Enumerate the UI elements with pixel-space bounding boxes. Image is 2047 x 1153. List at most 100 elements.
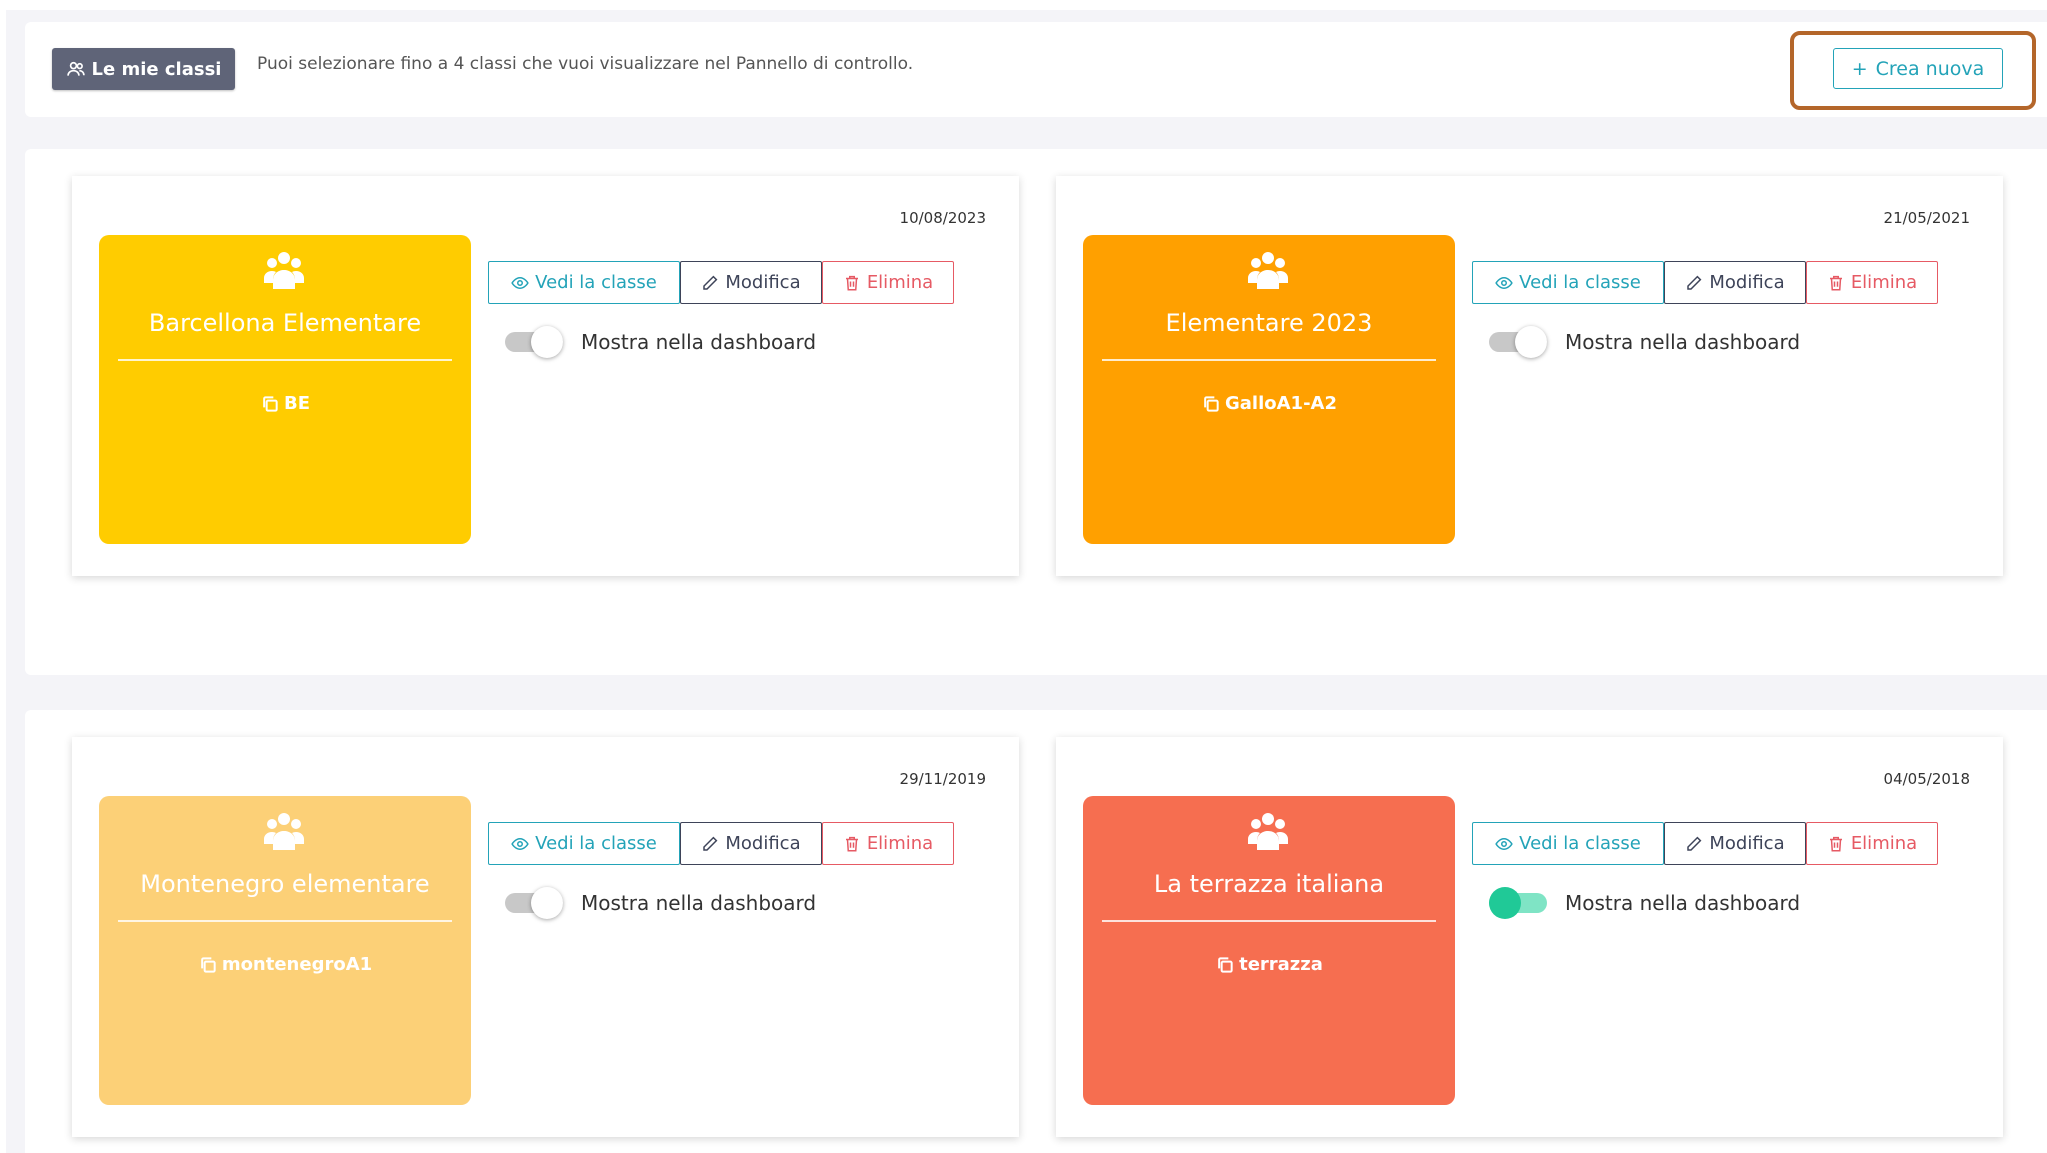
eye-icon bbox=[1495, 276, 1513, 289]
dashboard-toggle-row: Mostra nella dashboard bbox=[1489, 887, 1800, 919]
my-classes-label: Le mie classi bbox=[91, 58, 222, 80]
group-icon bbox=[264, 813, 304, 850]
class-card: 29/11/2019 Montenegro elementare montene… bbox=[72, 737, 1019, 1137]
tile-divider bbox=[118, 359, 452, 361]
class-name: Barcellona Elementare bbox=[148, 309, 422, 337]
tile-divider bbox=[1102, 920, 1436, 922]
delete-button[interactable]: Elimina bbox=[1806, 261, 1938, 304]
class-date: 29/11/2019 bbox=[899, 770, 986, 788]
edit-button[interactable]: Modifica bbox=[1664, 261, 1806, 304]
class-date: 21/05/2021 bbox=[1883, 209, 1970, 227]
class-code-text: GalloA1-A2 bbox=[1224, 393, 1337, 414]
header-info-text: Puoi selezionare fino a 4 classi che vuo… bbox=[257, 54, 914, 74]
toggle-knob bbox=[531, 887, 563, 919]
delete-label: Elimina bbox=[1850, 833, 1918, 854]
class-code[interactable]: terrazza bbox=[1083, 954, 1455, 975]
eye-icon bbox=[511, 837, 529, 850]
edit-label: Modifica bbox=[1709, 833, 1785, 854]
class-date: 04/05/2018 bbox=[1883, 770, 1970, 788]
tile-divider bbox=[118, 920, 452, 922]
edit-button[interactable]: Modifica bbox=[680, 261, 822, 304]
card-actions: Vedi la classe Modifica Elimina bbox=[1472, 822, 1938, 865]
view-class-button[interactable]: Vedi la classe bbox=[1472, 822, 1664, 865]
toggle-knob bbox=[1489, 887, 1521, 919]
page: Le mie classi Puoi selezionare fino a 4 … bbox=[0, 0, 2047, 1153]
delete-label: Elimina bbox=[1850, 272, 1918, 293]
delete-button[interactable]: Elimina bbox=[822, 822, 954, 865]
view-class-label: Vedi la classe bbox=[1519, 272, 1641, 293]
trash-icon bbox=[845, 275, 858, 290]
delete-button[interactable]: Elimina bbox=[1806, 822, 1938, 865]
card-actions: Vedi la classe Modifica Elimina bbox=[488, 822, 954, 865]
pencil-icon bbox=[1687, 836, 1702, 851]
pencil-icon bbox=[703, 275, 718, 290]
trash-icon bbox=[845, 836, 858, 851]
class-card: 21/05/2021 Elementare 2023 GalloA1-A2 Ve… bbox=[1056, 176, 2003, 576]
class-code[interactable]: BE bbox=[99, 393, 471, 414]
view-class-label: Vedi la classe bbox=[535, 833, 657, 854]
dashboard-toggle[interactable] bbox=[505, 326, 563, 358]
edit-label: Modifica bbox=[725, 833, 801, 854]
copy-icon bbox=[200, 956, 216, 973]
my-classes-badge[interactable]: Le mie classi bbox=[52, 48, 235, 90]
class-name: La terrazza italiana bbox=[1153, 870, 1385, 898]
tile-divider bbox=[1102, 359, 1436, 361]
delete-label: Elimina bbox=[866, 833, 934, 854]
class-code-text: montenegroA1 bbox=[221, 954, 373, 975]
pencil-icon bbox=[1687, 275, 1702, 290]
edit-button[interactable]: Modifica bbox=[680, 822, 822, 865]
class-tile[interactable]: Barcellona Elementare BE bbox=[99, 235, 471, 544]
copy-icon bbox=[1218, 956, 1233, 973]
copy-icon bbox=[1204, 395, 1219, 412]
eye-icon bbox=[511, 276, 529, 289]
dashboard-toggle[interactable] bbox=[1489, 887, 1547, 919]
dashboard-toggle-row: Mostra nella dashboard bbox=[505, 887, 816, 919]
create-new-label: Crea nuova bbox=[1875, 57, 1985, 80]
edit-button[interactable]: Modifica bbox=[1664, 822, 1806, 865]
trash-icon bbox=[1829, 836, 1842, 851]
group-icon bbox=[1248, 813, 1288, 850]
class-tile[interactable]: Montenegro elementare montenegroA1 bbox=[99, 796, 471, 1105]
dashboard-toggle-label: Mostra nella dashboard bbox=[1565, 330, 1801, 354]
dashboard-toggle-label: Mostra nella dashboard bbox=[1565, 891, 1801, 915]
view-class-button[interactable]: Vedi la classe bbox=[488, 822, 680, 865]
class-card: 10/08/2023 Barcellona Elementare BE Vedi… bbox=[72, 176, 1019, 576]
class-tile[interactable]: La terrazza italiana terrazza bbox=[1083, 796, 1455, 1105]
class-tile[interactable]: Elementare 2023 GalloA1-A2 bbox=[1083, 235, 1455, 544]
class-code-text: BE bbox=[283, 393, 310, 414]
edit-label: Modifica bbox=[1709, 272, 1785, 293]
class-code-text: terrazza bbox=[1239, 954, 1323, 975]
class-name: Montenegro elementare bbox=[140, 870, 430, 898]
users-icon bbox=[66, 61, 85, 76]
card-actions: Vedi la classe Modifica Elimina bbox=[1472, 261, 1938, 304]
class-name: Elementare 2023 bbox=[1165, 309, 1373, 337]
eye-icon bbox=[1495, 837, 1513, 850]
class-code[interactable]: montenegroA1 bbox=[99, 954, 471, 975]
trash-icon bbox=[1829, 275, 1842, 290]
group-icon bbox=[264, 252, 304, 289]
class-date: 10/08/2023 bbox=[899, 209, 986, 227]
dashboard-toggle[interactable] bbox=[1489, 326, 1547, 358]
class-card: 04/05/2018 La terrazza italiana terrazza bbox=[1056, 737, 2003, 1137]
class-code[interactable]: GalloA1-A2 bbox=[1083, 393, 1455, 414]
pencil-icon bbox=[703, 836, 718, 851]
view-class-label: Vedi la classe bbox=[535, 272, 657, 293]
view-class-label: Vedi la classe bbox=[1519, 833, 1641, 854]
dashboard-toggle-row: Mostra nella dashboard bbox=[1489, 326, 1800, 358]
dashboard-toggle[interactable] bbox=[505, 887, 563, 919]
delete-button[interactable]: Elimina bbox=[822, 261, 954, 304]
create-new-button[interactable]: + Crea nuova bbox=[1833, 48, 2003, 89]
toggle-knob bbox=[531, 326, 563, 358]
group-icon bbox=[1248, 252, 1288, 289]
plus-icon: + bbox=[1851, 57, 1868, 80]
card-actions: Vedi la classe Modifica Elimina bbox=[488, 261, 954, 304]
copy-icon bbox=[263, 395, 278, 412]
dashboard-toggle-label: Mostra nella dashboard bbox=[581, 891, 817, 915]
dashboard-toggle-row: Mostra nella dashboard bbox=[505, 326, 816, 358]
dashboard-toggle-label: Mostra nella dashboard bbox=[581, 330, 817, 354]
toggle-knob bbox=[1515, 326, 1547, 358]
edit-label: Modifica bbox=[725, 272, 801, 293]
view-class-button[interactable]: Vedi la classe bbox=[1472, 261, 1664, 304]
delete-label: Elimina bbox=[866, 272, 934, 293]
view-class-button[interactable]: Vedi la classe bbox=[488, 261, 680, 304]
